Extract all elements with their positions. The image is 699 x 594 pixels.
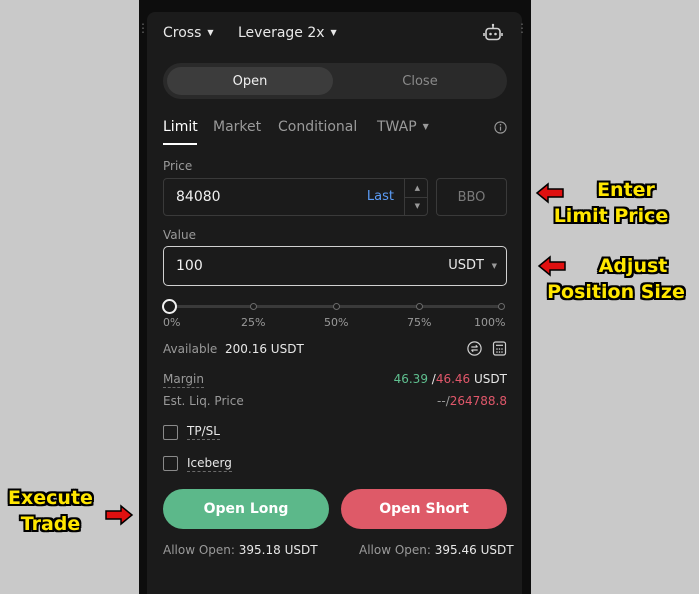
robot-icon[interactable] <box>483 23 503 43</box>
annotation-text: Adjust <box>598 255 668 277</box>
caret-down-icon: ▼ <box>491 262 497 270</box>
liq-price-label: Est. Liq. Price <box>163 394 244 408</box>
margin-label: Margin <box>163 372 204 388</box>
tpsl-label[interactable]: TP/SL <box>187 424 220 440</box>
annotation-text: Limit Price <box>553 205 669 227</box>
slider-tick-label: 0% <box>163 316 181 329</box>
allow-open-label: Allow Open: <box>163 543 235 557</box>
annotation-execute-trade: Execute Trade <box>0 485 101 537</box>
slider-stop-50[interactable] <box>333 303 340 310</box>
liq-price-value: --/264788.8 <box>437 394 507 408</box>
margin-mode-label: Cross <box>163 25 202 41</box>
open-long-button[interactable]: Open Long <box>163 489 329 529</box>
tab-market[interactable]: Market <box>213 119 261 135</box>
value-unit-select[interactable]: USDT <box>448 258 484 273</box>
stepper-divider <box>405 197 427 198</box>
calculator-icon[interactable] <box>492 341 507 356</box>
annotation-text: Execute <box>8 487 93 509</box>
available-value: 200.16 USDT <box>225 342 304 356</box>
iceberg-label[interactable]: Iceberg <box>187 456 232 472</box>
slider-tick-label: 100% <box>474 316 506 329</box>
allow-open-short-value: 395.46 USDT <box>434 543 514 557</box>
annotation-text: Trade <box>20 513 81 535</box>
slider-tick-label: 25% <box>241 316 266 329</box>
annotation-text: Position Size <box>547 281 685 303</box>
margin-short-value: 46.46 <box>435 372 471 386</box>
last-price-button[interactable]: Last <box>367 189 394 204</box>
slider-stop-75[interactable] <box>416 303 423 310</box>
caret-down-icon: ▼ <box>330 28 337 37</box>
value-label: Value <box>163 228 196 242</box>
tab-conditional[interactable]: Conditional <box>278 119 357 135</box>
tab-limit[interactable]: Limit <box>163 119 198 135</box>
price-label: Price <box>163 159 193 173</box>
allow-open-long-value: 395.18 USDT <box>238 543 318 557</box>
value-field[interactable]: 100 USDT ▼ <box>163 246 507 286</box>
slider-tick-label: 50% <box>324 316 349 329</box>
annotation-limit-price: Enter Limit Price <box>541 177 681 229</box>
margin-long-value: 46.39 <box>393 372 428 386</box>
caret-down-icon: ▼ <box>207 28 214 37</box>
info-icon[interactable] <box>494 121 507 134</box>
margin-unit: USDT <box>474 372 507 386</box>
allow-open-short: Allow Open: 395.46 USDT <box>359 543 514 557</box>
tab-twap-label: TWAP <box>377 119 417 135</box>
allow-open-label: Allow Open: <box>359 543 431 557</box>
drag-handle-right-icon[interactable]: ⋮ <box>516 22 528 34</box>
transfer-icon[interactable] <box>467 341 482 356</box>
caret-down-icon: ▼ <box>422 122 429 131</box>
annotation-position-size: Adjust Position Size <box>534 253 698 305</box>
annotation-text: Enter <box>597 179 655 201</box>
open-tab[interactable]: Open <box>167 67 333 95</box>
close-tab[interactable]: Close <box>337 67 503 95</box>
liq-short-value: 264788.8 <box>449 394 507 408</box>
bbo-button[interactable]: BBO <box>436 178 507 216</box>
available-label: Available <box>163 342 218 356</box>
margin-mode-dropdown[interactable]: Cross ▼ <box>163 25 214 41</box>
leverage-dropdown[interactable]: Leverage 2x ▼ <box>238 25 337 41</box>
drag-handle-left-icon[interactable]: ⋮ <box>137 22 149 34</box>
size-slider-handle[interactable] <box>162 299 177 314</box>
tab-twap[interactable]: TWAP ▼ <box>377 119 429 135</box>
arrow-right-icon <box>105 504 134 526</box>
open-short-button[interactable]: Open Short <box>341 489 507 529</box>
price-input[interactable]: 84080 <box>176 189 221 205</box>
slider-stop-100[interactable] <box>498 303 505 310</box>
allow-open-long: Allow Open: 395.18 USDT <box>163 543 318 557</box>
margin-value: 46.39 /46.46 USDT <box>394 372 507 386</box>
slider-stop-25[interactable] <box>250 303 257 310</box>
tpsl-checkbox[interactable] <box>163 425 178 440</box>
open-close-toggle: Open Close <box>163 63 507 99</box>
active-tab-indicator <box>163 143 197 145</box>
iceberg-checkbox[interactable] <box>163 456 178 471</box>
decrement-arrow-icon[interactable]: ▼ <box>415 202 420 210</box>
slider-tick-label: 75% <box>407 316 432 329</box>
price-field[interactable]: 84080 Last ▲ ▼ <box>163 178 428 216</box>
increment-arrow-icon[interactable]: ▲ <box>415 184 420 192</box>
leverage-label: Leverage 2x <box>238 25 325 41</box>
liq-long-value: -- <box>437 394 446 408</box>
value-input[interactable]: 100 <box>176 258 203 274</box>
